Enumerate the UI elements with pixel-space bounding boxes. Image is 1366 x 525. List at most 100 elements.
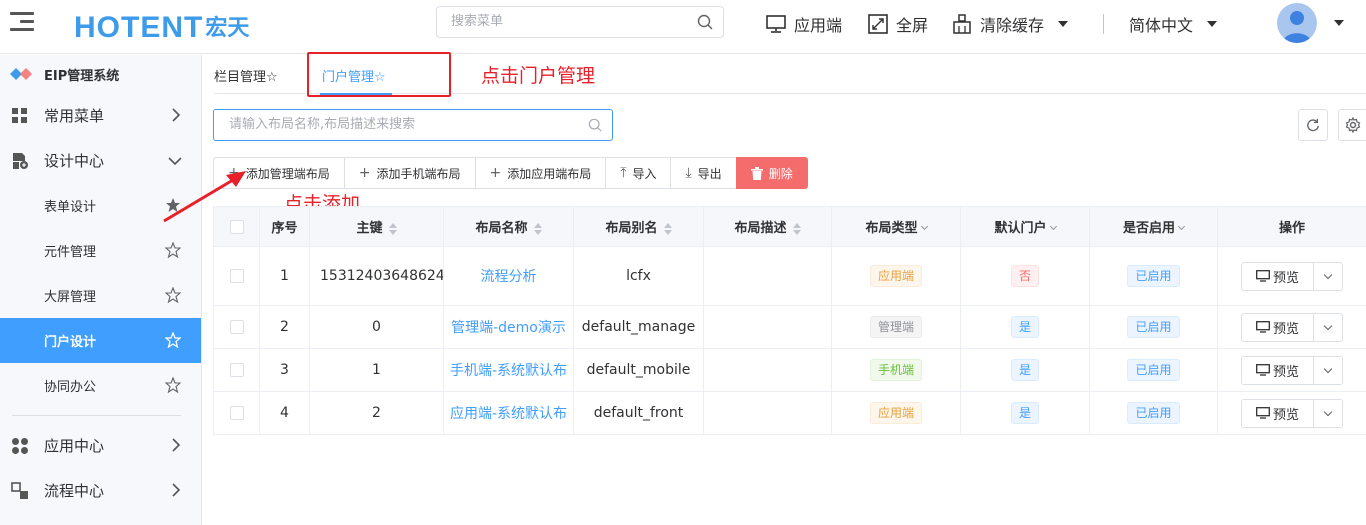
cell-enabled: 已启用 — [1089, 348, 1218, 392]
sidebar-group-app[interactable]: 应用中心 — [0, 423, 201, 468]
cell-name: 流程分析 — [443, 246, 574, 306]
preview-button[interactable]: 预览 — [1242, 262, 1314, 290]
header-name[interactable]: 布局名称 — [443, 206, 574, 247]
cell-default: 是 — [960, 348, 1090, 392]
more-dropdown-button[interactable] — [1314, 314, 1342, 341]
star-icon[interactable] — [165, 287, 181, 303]
header-default[interactable]: 默认门户 — [960, 206, 1090, 247]
add-mobile-layout-button[interactable]: + 添加手机端布局 — [343, 157, 476, 189]
cell-actions: 预览 — [1217, 391, 1366, 435]
header-enabled[interactable]: 是否启用 — [1089, 206, 1218, 247]
filter-chevron-icon[interactable] — [1049, 222, 1057, 231]
chevron-right-icon — [172, 108, 181, 122]
cell-index: 1 — [259, 246, 310, 306]
user-caret-icon[interactable] — [1334, 20, 1344, 26]
avatar[interactable] — [1277, 3, 1317, 43]
import-button[interactable]: ⤒ 导入 — [605, 157, 672, 189]
header-label: 序号 — [271, 221, 298, 236]
sidebar-item-label: 大屏管理 — [44, 290, 97, 305]
sidebar-item-component[interactable]: 元件管理 — [0, 228, 201, 273]
menu-toggle-icon[interactable] — [10, 12, 34, 34]
layout-name-link[interactable]: 应用端-系统默认布 — [450, 406, 567, 422]
header-id[interactable]: 主键 — [309, 206, 444, 247]
status-badge: 已启用 — [1127, 359, 1180, 381]
sidebar-group-label: 常用菜单 — [44, 107, 105, 125]
sidebar-item-portal-design[interactable]: 门户设计 — [0, 318, 201, 363]
row-checkbox[interactable] — [229, 363, 244, 377]
fullscreen-icon — [868, 14, 888, 34]
monitor-icon — [1256, 407, 1270, 419]
preview-label: 预览 — [1272, 321, 1299, 337]
preview-button[interactable]: 预览 — [1242, 399, 1314, 427]
filter-chevron-icon[interactable] — [920, 222, 928, 231]
sort-icon[interactable] — [792, 222, 801, 235]
default-badge: 是 — [1010, 359, 1039, 381]
tab-column-management[interactable]: 栏目管理☆ — [214, 66, 278, 85]
sort-icon[interactable] — [533, 222, 542, 235]
fullscreen-button[interactable]: 全屏 — [868, 12, 928, 36]
row-checkbox[interactable] — [229, 269, 244, 283]
header-label: 布局类型 — [865, 221, 918, 236]
download-icon: ⤓ — [685, 165, 692, 181]
header-label: 主键 — [356, 221, 383, 236]
table-row: 4 2 应用端-系统默认布 default_front 应用端 是 已启用 预览 — [213, 391, 1366, 435]
row-checkbox[interactable] — [229, 406, 244, 420]
cell-alias: default_manage — [573, 305, 704, 349]
sidebar-group-common[interactable]: 常用菜单 — [0, 93, 201, 138]
eip-logo-icon — [10, 68, 32, 80]
more-dropdown-button[interactable] — [1314, 400, 1342, 427]
select-all-checkbox[interactable] — [229, 219, 244, 234]
layout-search-input[interactable]: 请输入布局名称,布局描述来搜索 — [213, 109, 613, 141]
monitor-icon — [766, 15, 786, 33]
header-label: 是否启用 — [1122, 221, 1175, 236]
star-icon[interactable] — [165, 332, 181, 348]
cell-name: 应用端-系统默认布 — [443, 391, 574, 435]
export-button[interactable]: ⤓ 导出 — [670, 157, 737, 189]
button-label: 添加管理端布局 — [245, 166, 330, 181]
flow-icon — [10, 481, 30, 501]
header-desc[interactable]: 布局描述 — [703, 206, 832, 247]
sort-icon[interactable] — [388, 222, 397, 235]
app-end-button[interactable]: 应用端 — [766, 12, 842, 36]
header-alias[interactable]: 布局别名 — [573, 206, 704, 247]
caret-down-icon — [1207, 21, 1218, 27]
row-checkbox[interactable] — [229, 320, 244, 334]
annotation-box — [307, 52, 451, 97]
delete-button[interactable]: 删除 — [735, 157, 808, 189]
clear-cache-label: 清除缓存 — [980, 16, 1045, 35]
sidebar-item-label: 元件管理 — [44, 245, 97, 260]
sidebar-group-label: 流程中心 — [44, 482, 105, 500]
select-all-cell — [213, 206, 260, 247]
language-select[interactable]: 简体中文 — [1129, 12, 1218, 36]
preview-button[interactable]: 预览 — [1242, 313, 1314, 341]
settings-button[interactable] — [1338, 109, 1366, 141]
chevron-down-icon — [1323, 364, 1333, 373]
more-dropdown-button[interactable] — [1314, 263, 1342, 290]
preview-label: 预览 — [1272, 407, 1299, 423]
star-icon[interactable] — [165, 377, 181, 393]
logo-cn: 宏天 — [205, 16, 250, 41]
preview-button[interactable]: 预览 — [1242, 356, 1314, 384]
default-badge: 是 — [1010, 402, 1039, 424]
layout-name-link[interactable]: 手机端-系统默认布 — [450, 363, 567, 379]
sort-icon[interactable] — [663, 222, 672, 235]
fullscreen-label: 全屏 — [896, 16, 929, 35]
tab-label: 栏目管理 — [214, 70, 267, 85]
annotation-tab-hint: 点击门户管理 — [481, 65, 596, 87]
star-icon[interactable]: ☆ — [266, 70, 278, 85]
refresh-button[interactable] — [1298, 109, 1328, 141]
filter-chevron-icon[interactable] — [1177, 222, 1186, 231]
star-icon[interactable] — [165, 242, 181, 258]
layout-name-link[interactable]: 流程分析 — [481, 269, 537, 285]
default-badge: 否 — [1010, 265, 1039, 287]
more-dropdown-button[interactable] — [1314, 357, 1342, 384]
add-app-layout-button[interactable]: + 添加应用端布局 — [474, 157, 607, 189]
sidebar-item-big-screen[interactable]: 大屏管理 — [0, 273, 201, 318]
layout-name-link[interactable]: 管理端-demo演示 — [451, 320, 566, 336]
sidebar-group-flow[interactable]: 流程中心 — [0, 468, 201, 513]
sidebar-item-collaboration[interactable]: 协同办公 — [0, 363, 201, 408]
clear-cache-button[interactable]: 清除缓存 — [952, 12, 1069, 36]
menu-search-input[interactable]: 搜索菜单 — [436, 6, 724, 38]
header-type[interactable]: 布局类型 — [831, 206, 961, 247]
row-select-cell — [213, 305, 260, 349]
